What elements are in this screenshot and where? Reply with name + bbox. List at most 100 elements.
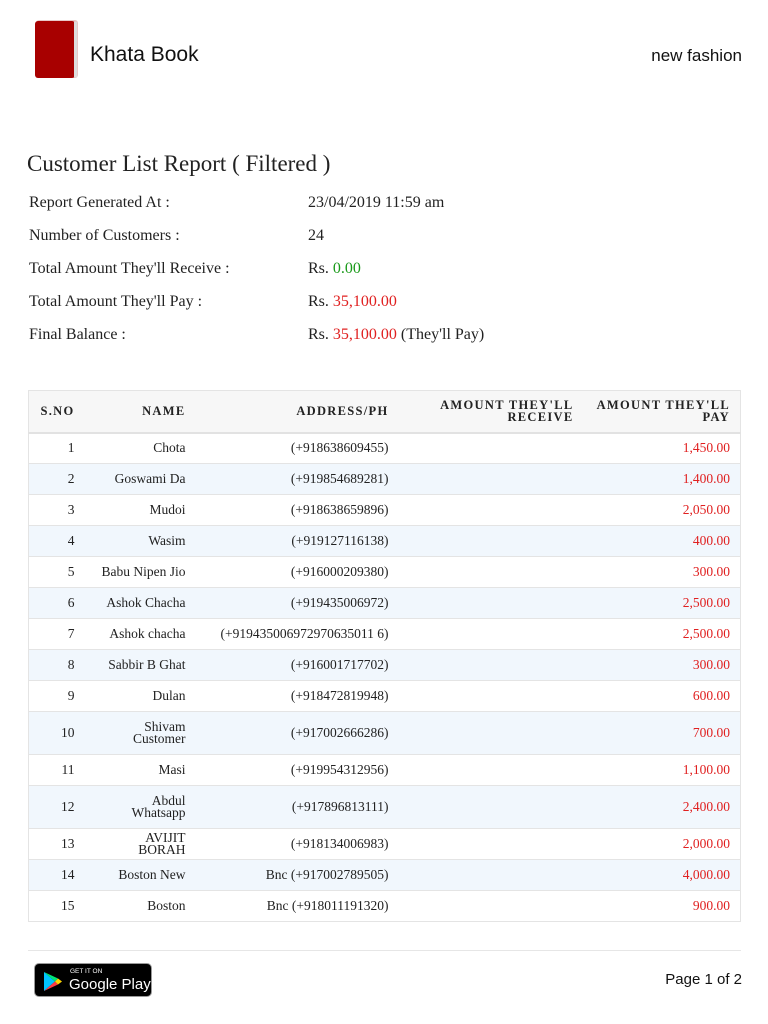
cell-sno: 14 bbox=[28, 859, 89, 891]
cell-sno: 13 bbox=[28, 828, 89, 860]
cell-name: Ashok Chacha bbox=[88, 587, 196, 619]
cell-sno: 1 bbox=[28, 432, 89, 464]
cell-name: Chota bbox=[88, 432, 196, 464]
cell-pay: 400.00 bbox=[583, 525, 741, 557]
cell-receive bbox=[398, 890, 584, 922]
table-row: 3 Mudoi (+918638659896) 2,050.00 bbox=[28, 494, 741, 526]
generated-value: 23/04/2019 11:59 am bbox=[308, 194, 445, 211]
cell-address: Bnc (+917002789505) bbox=[195, 859, 399, 891]
book-logo-icon bbox=[35, 20, 78, 78]
cell-address: (+916001717702) bbox=[195, 649, 399, 681]
cell-sno: 10 bbox=[28, 711, 89, 755]
cell-name: Boston New bbox=[88, 859, 196, 891]
receive-prefix: Rs. bbox=[308, 260, 329, 277]
table-row: 5 Babu Nipen Jio (+916000209380) 300.00 bbox=[28, 556, 741, 588]
cell-sno: 7 bbox=[28, 618, 89, 650]
balance-label: Final Balance : bbox=[29, 326, 126, 343]
cell-pay: 600.00 bbox=[583, 680, 741, 712]
cell-sno: 6 bbox=[28, 587, 89, 619]
cell-pay: 300.00 bbox=[583, 556, 741, 588]
cell-name: AVIJIT BORAH bbox=[88, 828, 196, 860]
page-number: Page 1 of 2 bbox=[665, 971, 742, 988]
table-row: 2 Goswami Da (+919854689281) 1,400.00 bbox=[28, 463, 741, 495]
cell-receive bbox=[398, 525, 584, 557]
table-row: 6 Ashok Chacha (+919435006972) 2,500.00 bbox=[28, 587, 741, 619]
shop-name: new fashion bbox=[651, 46, 742, 65]
cell-receive bbox=[398, 711, 584, 755]
cell-pay: 2,000.00 bbox=[583, 828, 741, 860]
report-title: Customer List Report ( Filtered ) bbox=[27, 151, 331, 176]
table-row: 4 Wasim (+919127116138) 400.00 bbox=[28, 525, 741, 557]
play-store-icon bbox=[44, 972, 62, 991]
cell-receive bbox=[398, 649, 584, 681]
cell-sno: 9 bbox=[28, 680, 89, 712]
cell-name: Wasim bbox=[88, 525, 196, 557]
cell-sno: 3 bbox=[28, 494, 89, 526]
header-sno: S.NO bbox=[28, 390, 89, 434]
cell-sno: 15 bbox=[28, 890, 89, 922]
cell-name: Sabbir B Ghat bbox=[88, 649, 196, 681]
balance-suffix: (They'll Pay) bbox=[400, 326, 485, 343]
cell-name: Boston bbox=[88, 890, 196, 922]
cell-receive bbox=[398, 785, 584, 829]
cell-address: (+919435006972970635011 6) bbox=[195, 618, 399, 650]
cell-pay: 2,500.00 bbox=[583, 618, 741, 650]
table-row: 8 Sabbir B Ghat (+916001717702) 300.00 bbox=[28, 649, 741, 681]
cell-address: (+916000209380) bbox=[195, 556, 399, 588]
cell-name: Goswami Da bbox=[88, 463, 196, 495]
cell-name: Dulan bbox=[88, 680, 196, 712]
cell-pay: 4,000.00 bbox=[583, 859, 741, 891]
cell-pay: 1,100.00 bbox=[583, 754, 741, 786]
brand-name: Khata Book bbox=[90, 43, 199, 66]
cell-receive bbox=[398, 828, 584, 860]
table-row: 7 Ashok chacha (+919435006972970635011 6) 2… bbox=[28, 618, 741, 650]
cell-receive bbox=[398, 680, 584, 712]
cell-pay: 2,500.00 bbox=[583, 587, 741, 619]
cell-sno: 5 bbox=[28, 556, 89, 588]
cell-name: Mudoi bbox=[88, 494, 196, 526]
cell-sno: 12 bbox=[28, 785, 89, 829]
cell-receive bbox=[398, 754, 584, 786]
header-name: NAME bbox=[88, 390, 196, 434]
pay-label: Total Amount They'll Pay : bbox=[29, 293, 203, 310]
pay-prefix: Rs. bbox=[308, 293, 329, 310]
google-play-badge[interactable]: GET IT ON Google Play bbox=[34, 963, 152, 997]
report-summary: Report Generated At : 23/04/2019 11:59 am… bbox=[29, 194, 484, 359]
table-row: 12 Abdul Whatsapp (+917896813111) 2,400.00 bbox=[28, 785, 741, 829]
cell-address: (+917002666286) bbox=[195, 711, 399, 755]
header-pay: AMOUNT THEY'LL PAY bbox=[583, 390, 741, 434]
badge-big-text: Google Play bbox=[69, 976, 151, 993]
badge-small-text: GET IT ON bbox=[70, 968, 103, 975]
cell-name: Masi bbox=[88, 754, 196, 786]
balance-value: 35,100.00 bbox=[332, 326, 397, 343]
generated-label: Report Generated At : bbox=[29, 194, 170, 211]
cell-name: Ashok chacha bbox=[88, 618, 196, 650]
cell-pay: 2,400.00 bbox=[583, 785, 741, 829]
cell-pay: 1,450.00 bbox=[583, 432, 741, 464]
cell-pay: 700.00 bbox=[583, 711, 741, 755]
cell-sno: 8 bbox=[28, 649, 89, 681]
cell-name: Shivam Customer bbox=[88, 711, 196, 755]
pay-value: 35,100.00 bbox=[332, 293, 397, 310]
cell-sno: 2 bbox=[28, 463, 89, 495]
receive-value: 0.00 bbox=[332, 260, 361, 277]
table-row: 14 Boston New Bnc (+917002789505) 4,000.00 bbox=[28, 859, 741, 891]
customer-table: S.NO NAME ADDRESS/PH AMOUNT THEY'LL RECEIVE… bbox=[28, 390, 741, 922]
cell-name: Babu Nipen Jio bbox=[88, 556, 196, 588]
cell-address: (+919954312956) bbox=[195, 754, 399, 786]
table-row: 10 Shivam Customer (+917002666286) 700.00 bbox=[28, 711, 741, 755]
cell-pay: 2,050.00 bbox=[583, 494, 741, 526]
table-row: 11 Masi (+919954312956) 1,100.00 bbox=[28, 754, 741, 786]
customers-label: Number of Customers : bbox=[29, 227, 180, 244]
cell-sno: 11 bbox=[28, 754, 89, 786]
cell-address: (+919854689281) bbox=[195, 463, 399, 495]
table-row: 9 Dulan (+918472819948) 600.00 bbox=[28, 680, 741, 712]
cell-pay: 1,400.00 bbox=[583, 463, 741, 495]
balance-prefix: Rs. bbox=[308, 326, 329, 343]
cell-receive bbox=[398, 494, 584, 526]
cell-address: (+918638609455) bbox=[195, 432, 399, 464]
cell-name: Abdul Whatsapp bbox=[88, 785, 196, 829]
cell-receive bbox=[398, 618, 584, 650]
header-receive: AMOUNT THEY'LL RECEIVE bbox=[398, 390, 584, 434]
cell-address: (+918638659896) bbox=[195, 494, 399, 526]
